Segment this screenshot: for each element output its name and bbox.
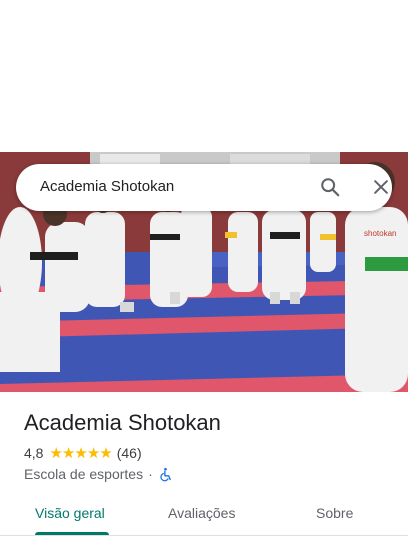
search-bar[interactable]: Academia Shotokan	[16, 164, 392, 211]
star-icon: ★	[61, 444, 75, 462]
category-row: Escola de esportes ·	[24, 465, 173, 483]
close-icon[interactable]	[371, 177, 391, 197]
separator: ·	[148, 466, 153, 482]
place-title: Academia Shotokan	[24, 410, 221, 435]
tab-about[interactable]: Sobre	[316, 505, 353, 521]
tab-overview[interactable]: Visão geral	[35, 505, 105, 521]
search-icon[interactable]	[319, 176, 341, 198]
photo-banner-text: shotokan	[364, 229, 396, 238]
star-icon: ★	[49, 444, 62, 462]
star-icon: ★	[86, 444, 100, 462]
rating-row[interactable]: 4,8 ★ ★ ★ ★ ★ (46)	[24, 444, 142, 462]
tab-reviews[interactable]: Avaliações	[168, 505, 235, 521]
rating-stars: ★ ★ ★ ★ ★	[49, 444, 112, 462]
star-icon: ★	[99, 444, 112, 462]
place-tabs: Visão geral Avaliações Sobre	[0, 492, 408, 536]
review-count[interactable]: (46)	[117, 445, 142, 461]
wheelchair-icon	[160, 467, 171, 481]
tabs-divider	[0, 535, 408, 536]
search-input[interactable]: Academia Shotokan	[40, 178, 174, 195]
star-icon: ★	[74, 444, 87, 462]
map-area-blank	[0, 0, 408, 152]
rating-value: 4,8	[24, 445, 44, 461]
place-category: Escola de esportes	[24, 466, 144, 482]
